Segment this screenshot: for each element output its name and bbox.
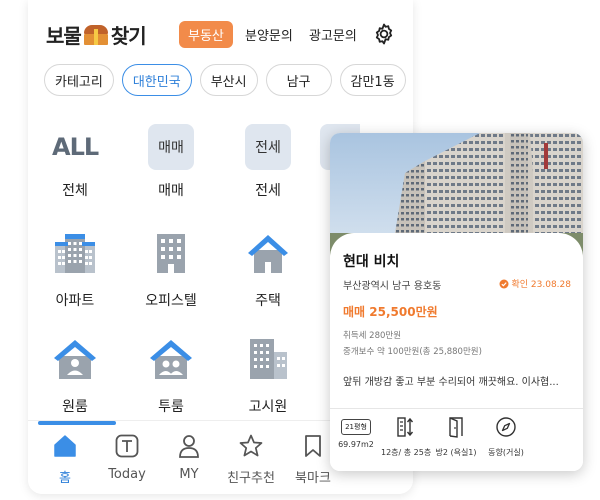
spec-area-value: 69.97m2	[338, 440, 374, 449]
today-icon	[115, 434, 139, 458]
gear-icon[interactable]	[372, 22, 396, 46]
jeonse-icon: 전세	[245, 124, 291, 170]
floor-stairs-icon	[397, 417, 414, 437]
category-gosiwon[interactable]: 고시원	[223, 336, 313, 416]
all-icon: ALL	[52, 133, 99, 161]
nav-ad-inquiry[interactable]: 광고문의	[309, 21, 357, 48]
two-room-icon	[150, 340, 192, 379]
category-one-room[interactable]: 원룸	[30, 336, 120, 416]
verified-date: 확인 23.08.28	[499, 277, 572, 290]
officetel-icon	[157, 234, 185, 273]
category-label: 고시원	[248, 399, 288, 415]
apartment-icon	[55, 234, 95, 273]
app-logo[interactable]: 보물 찾기	[46, 20, 147, 49]
category-house[interactable]: 주택	[223, 230, 313, 310]
verified-check-icon	[499, 279, 508, 288]
nav-presale-inquiry[interactable]: 분양문의	[245, 21, 293, 48]
category-label: 아파트	[55, 293, 95, 309]
spec-floor: 12층/ 총 25층	[381, 416, 431, 458]
category-label: 투룸	[158, 399, 184, 415]
brokerage-fee: 중개보수 약 100만원(총 25,880만원)	[343, 347, 482, 357]
nav-real-estate[interactable]: 부동산	[179, 21, 233, 48]
spec-direction: 동향(거실)	[481, 416, 531, 458]
chip-neighborhood[interactable]: 감만1동	[339, 64, 406, 96]
tab-label: MY	[179, 467, 199, 482]
sale-icon: 매매	[148, 124, 194, 170]
listing-address: 부산광역시 남구 용호동	[343, 281, 442, 292]
listing-title: 현대 비치	[343, 254, 400, 270]
chip-country[interactable]: 대한민국	[121, 64, 192, 96]
listing-description: 앞뒤 개방감 좋고 부분 수리되어 깨끗해요. 이사협...	[343, 377, 559, 388]
category-label: 오피스텔	[145, 293, 197, 309]
listing-details: 현대 비치 부산광역시 남구 용호동 확인 23.08.28 매매 25,500…	[330, 233, 583, 471]
home-icon	[54, 435, 76, 457]
chip-district[interactable]: 남구	[265, 64, 332, 96]
star-icon	[239, 434, 263, 457]
category-officetel[interactable]: 오피스텔	[126, 230, 216, 310]
chip-city[interactable]: 부산시	[199, 64, 258, 96]
acquisition-tax: 취득세 280만원	[343, 331, 402, 341]
category-sale[interactable]: 매매 매매	[126, 124, 216, 200]
divider	[330, 408, 583, 409]
logo-text-left: 보물	[46, 24, 82, 48]
tab-today[interactable]: Today	[92, 433, 162, 482]
house-icon	[248, 235, 288, 273]
region-filter-chips: 카테고리 대한민국 부산시 남구 감만1동	[44, 64, 406, 96]
spec-rooms: 방2 (욕실1)	[431, 416, 481, 458]
spec-rooms-value: 방2 (욕실1)	[435, 448, 477, 457]
spec-direction-value: 동향(거실)	[488, 448, 524, 457]
spec-area: 21평형 69.97m2	[331, 416, 381, 449]
listing-price: 매매 25,500만원	[343, 305, 438, 319]
category-label: 매매	[158, 183, 184, 199]
category-label: 주택	[255, 293, 281, 309]
gosiwon-icon	[250, 339, 287, 379]
person-icon	[179, 435, 199, 458]
tab-label: Today	[108, 467, 146, 482]
compass-icon	[496, 417, 516, 437]
category-apartment[interactable]: 아파트	[30, 230, 120, 310]
verified-date-text: 확인 23.08.28	[511, 280, 572, 290]
tab-my[interactable]: MY	[154, 433, 224, 482]
door-icon	[449, 417, 463, 438]
app-header: 보물 찾기 부동산 분양문의 광고문의	[28, 18, 413, 52]
spec-floor-value: 12층/ 총 25층	[381, 448, 432, 457]
treasure-chest-icon	[83, 24, 108, 45]
bookmark-icon	[305, 435, 321, 457]
listing-card[interactable]: 현대 비치 부산광역시 남구 용호동 확인 23.08.28 매매 25,500…	[330, 133, 583, 471]
tab-home[interactable]: 홈	[30, 433, 100, 486]
one-room-icon	[54, 340, 96, 379]
category-label: 전체	[62, 183, 88, 199]
category-two-room[interactable]: 투룸	[126, 336, 216, 416]
category-all[interactable]: ALL 전체	[30, 124, 120, 200]
active-tab-indicator	[38, 421, 116, 425]
tab-friend-recommend[interactable]: 친구추천	[216, 433, 286, 486]
category-label: 전세	[255, 183, 281, 199]
logo-text-right: 찾기	[110, 24, 147, 48]
chip-category[interactable]: 카테고리	[44, 64, 114, 96]
size-badge-icon: 21평형	[341, 419, 371, 435]
category-label: 원룸	[62, 399, 88, 415]
category-jeonse[interactable]: 전세 전세	[223, 124, 313, 200]
tab-label: 홈	[59, 471, 71, 486]
tab-label: 친구추천	[227, 471, 275, 486]
